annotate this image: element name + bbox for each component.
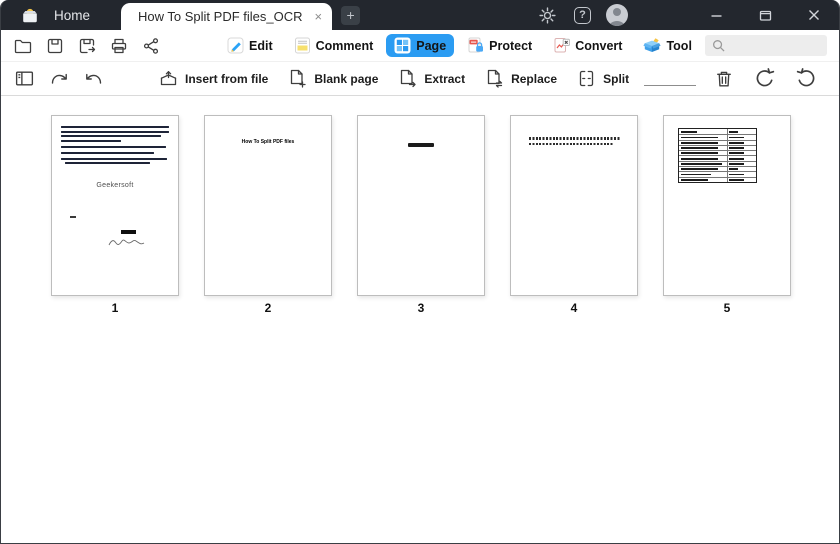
search-input[interactable]	[729, 38, 827, 53]
page-grid: Geekersoft 1 How To Split PDF files 2 3 …	[1, 96, 839, 543]
tab-page[interactable]: Page	[386, 34, 455, 57]
signature	[109, 239, 145, 246]
extract-icon	[401, 69, 417, 88]
small-text	[70, 216, 76, 218]
tab-page-label: Page	[416, 38, 447, 53]
insert-from-file-button[interactable]: Insert from file	[158, 68, 268, 89]
comment-icon	[294, 37, 310, 54]
user-avatar[interactable]	[606, 4, 628, 26]
open-file-icon[interactable]	[13, 36, 33, 56]
new-tab-button[interactable]: +	[341, 5, 361, 25]
tab-comment-label: Comment	[315, 38, 374, 53]
page-title-text: How To Split PDF files	[241, 139, 295, 145]
document-tab[interactable]: How To Split PDF files_OCR ×	[121, 3, 333, 30]
table-block	[678, 128, 757, 183]
convert-icon	[554, 38, 571, 53]
tab-tool-label: Tool	[666, 38, 692, 53]
tab-convert-label: Convert	[575, 38, 623, 53]
main-toolbar: Edit Comment Page Protect Convert Tool	[1, 30, 839, 62]
page-thumbnail-3[interactable]	[357, 115, 485, 296]
page-thumbnail-1[interactable]: Geekersoft	[51, 115, 179, 296]
paragraph-text-block	[61, 126, 169, 167]
page-item-4: 4	[510, 115, 638, 315]
share-icon[interactable]	[141, 36, 161, 56]
page-item-5: 5	[663, 115, 791, 315]
insert-from-file-label: Insert from file	[185, 71, 269, 86]
page-number: 2	[264, 301, 272, 315]
print-icon[interactable]	[109, 36, 129, 56]
tab-convert[interactable]: Convert	[545, 34, 630, 57]
split-icon	[579, 70, 594, 87]
page-item-3: 3	[357, 115, 485, 315]
app-window: Home How To Split PDF files_OCR × + ? Ed…	[0, 0, 840, 544]
tab-edit-label: Edit	[249, 38, 273, 53]
ribbon-tabs: Edit Comment Page Protect Convert Tool	[219, 34, 700, 57]
page-toolbar: Insert from file Blank page Extract Repl…	[1, 62, 839, 96]
search-icon	[713, 40, 725, 52]
delete-page-icon[interactable]	[712, 67, 736, 91]
page-range-input[interactable]	[644, 71, 697, 86]
file-actions	[13, 36, 161, 56]
page-thumbnail-4[interactable]	[510, 115, 638, 296]
toggle-panel-icon[interactable]	[12, 67, 36, 91]
save-icon[interactable]	[45, 36, 65, 56]
split-label: Split	[603, 71, 630, 86]
document-tab-title: How To Split PDF files_OCR	[138, 9, 303, 24]
extract-label: Extract	[424, 71, 466, 86]
page-number: 4	[570, 301, 578, 315]
page-number: 1	[111, 301, 119, 315]
rotate-left-icon[interactable]	[750, 65, 778, 93]
insert-from-file-icon	[160, 71, 177, 86]
stamp	[121, 230, 137, 234]
redo-icon[interactable]	[47, 67, 71, 91]
app-logo-icon	[21, 7, 39, 23]
tab-protect[interactable]: Protect	[459, 34, 540, 57]
edit-icon	[227, 37, 244, 54]
extract-button[interactable]: Extract	[397, 68, 465, 89]
tab-tool[interactable]: Tool	[635, 34, 699, 57]
save-as-icon[interactable]	[77, 36, 97, 56]
page-number: 3	[417, 301, 425, 315]
page-thumbnail-5[interactable]	[663, 115, 791, 296]
page-item-2: How To Split PDF files 2	[204, 115, 332, 315]
replace-button[interactable]: Replace	[484, 68, 557, 89]
toolbox-icon	[643, 38, 662, 52]
replace-icon	[487, 69, 503, 88]
home-menu[interactable]: Home	[54, 8, 90, 23]
page-thumbnail-2[interactable]: How To Split PDF files	[204, 115, 332, 296]
text-line	[528, 142, 615, 146]
blank-page-button[interactable]: Blank page	[287, 68, 378, 89]
maximize-button[interactable]	[757, 7, 773, 23]
text-line	[528, 137, 621, 140]
page-number: 5	[723, 301, 731, 315]
page-actions: Insert from file Blank page Extract Repl…	[158, 68, 629, 89]
heading-text-block	[408, 143, 434, 147]
undo-icon[interactable]	[82, 67, 106, 91]
search-box[interactable]	[705, 35, 827, 56]
replace-label: Replace	[511, 71, 558, 86]
titlebar: Home How To Split PDF files_OCR × + ?	[1, 0, 839, 30]
blank-page-icon	[291, 69, 307, 88]
page-item-1: Geekersoft 1	[51, 115, 179, 315]
help-icon[interactable]: ?	[574, 6, 591, 24]
tab-protect-label: Protect	[489, 38, 533, 53]
close-tab-icon[interactable]: ×	[315, 10, 323, 23]
tab-comment[interactable]: Comment	[286, 34, 382, 57]
split-button[interactable]: Split	[576, 68, 629, 89]
minimize-button[interactable]	[708, 7, 724, 23]
titlebar-right: ?	[538, 4, 839, 26]
page-toolbar-left	[12, 67, 106, 91]
page-grid-icon	[394, 37, 411, 54]
settings-gear-icon[interactable]	[538, 6, 557, 25]
rotate-right-icon[interactable]	[792, 65, 820, 93]
tab-edit[interactable]: Edit	[219, 34, 281, 57]
blank-page-label: Blank page	[314, 71, 379, 86]
close-window-button[interactable]	[806, 7, 822, 23]
protect-lock-icon	[468, 37, 484, 53]
brand-text: Geekersoft	[96, 182, 134, 189]
window-controls	[708, 7, 839, 23]
